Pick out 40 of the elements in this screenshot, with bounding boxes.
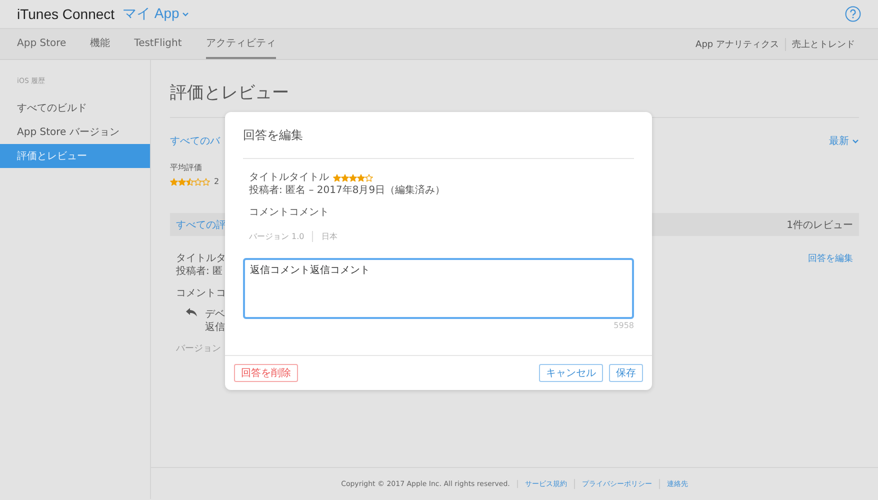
reply-text: 返信 [205,321,225,334]
review-author: 投稿者: 匿 [176,265,224,278]
chevron-icon [182,12,190,16]
sidebar-item[interactable]: すべてのビルド [0,96,150,120]
nav-tab[interactable]: TestFlight [134,29,182,59]
review-body: コメントコメント [249,206,330,219]
rating-count: 2 [214,177,220,186]
review-count: 1件のレビュー [786,218,853,232]
nav-tab[interactable]: アクティビティ [206,29,276,59]
help-icon[interactable] [845,6,861,22]
app-menu[interactable]: マイ App [122,5,190,23]
cancel-button[interactable]: キャンセル [539,364,603,382]
review-author: 投稿者: 匿名 – 2017年8月9日（編集済み） [249,184,446,197]
save-button[interactable]: 保存 [609,364,643,382]
app-title: iTunes Connect [17,6,115,22]
review-title: タイトルタ [176,252,226,265]
nav-tab[interactable]: 機能 [90,29,110,59]
reply-field[interactable]: 返信コメント返信コメント [243,258,634,319]
nav-link[interactable]: App アナリティクス [690,38,785,50]
sidebar-item[interactable]: App Store バージョン [0,120,150,144]
sort-menu[interactable]: 最新 [829,134,859,148]
review-body: コメントコ [176,287,226,300]
delete-button[interactable]: 回答を削除 [234,364,298,382]
filter-link[interactable]: すべてのバ [170,134,220,148]
country-label: 日本 [312,231,346,242]
nav-link[interactable]: 売上とトレンド [785,38,861,50]
version-label: バージョン 1.0 [249,231,306,242]
average-label: 平均評価 [170,162,203,173]
sidebar-item[interactable]: 評価とレビュー [0,144,150,168]
character-count: 5958 [612,321,634,330]
reply-text: デベ [205,308,225,321]
chevron-icon [852,138,859,144]
filter-link[interactable]: すべての評 [176,218,226,232]
page-title: 評価とレビュー [170,82,290,104]
nav-tab[interactable]: App Store [17,29,66,59]
reply-icon [186,308,197,317]
dialog-title: 回答を編集 [243,112,634,159]
edit-reply-link[interactable]: 回答を編集 [808,252,853,356]
review-title: タイトルタイトル [249,171,329,184]
review-version: バージョン [176,343,222,356]
